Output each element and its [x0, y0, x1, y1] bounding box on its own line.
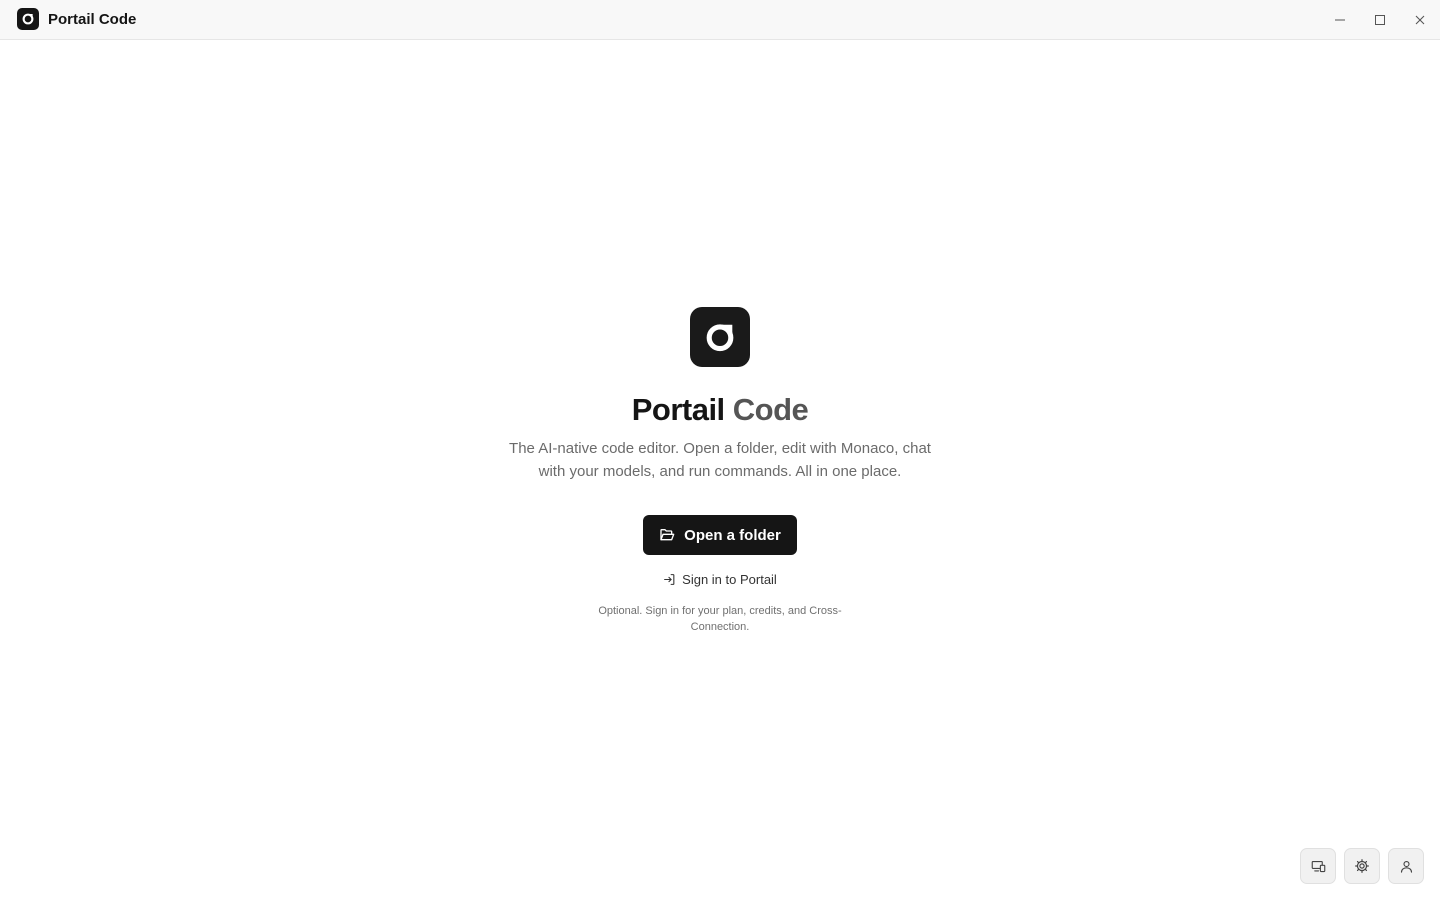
hero-subtitle: The AI-native code editor. Open a folder…: [509, 440, 931, 480]
folder-open-icon: [660, 529, 675, 541]
portail-logo-icon: [17, 8, 39, 30]
signin-row: Sign in to Portail: [0, 570, 1440, 588]
app-title: Portail Code: [48, 11, 137, 28]
account-button[interactable]: [1388, 848, 1424, 884]
close-icon: [1415, 15, 1425, 25]
maximize-icon: [1375, 15, 1385, 25]
settings-button[interactable]: [1344, 848, 1380, 884]
minimize-button[interactable]: [1320, 0, 1360, 40]
devices-icon: [1311, 860, 1325, 872]
maximize-button[interactable]: [1360, 0, 1400, 40]
signin-link[interactable]: Sign in to Portail: [663, 572, 777, 587]
close-button[interactable]: [1400, 0, 1440, 40]
title-bar: Portail Code: [0, 0, 1440, 40]
user-icon: [1400, 860, 1412, 873]
open-folder-label: Open a folder: [684, 526, 781, 544]
signin-hint: Optional. Sign in for your plan, credits…: [598, 605, 842, 633]
portail-logo-icon: [690, 307, 750, 367]
gear-icon: [1355, 859, 1369, 873]
page-title: Portail Code: [0, 392, 1440, 428]
signin-label: Sign in to Portail: [682, 571, 777, 587]
minimize-icon: [1335, 19, 1345, 21]
sign-in-icon: [664, 573, 675, 585]
devices-button[interactable]: [1300, 848, 1336, 884]
title-portail: Portail: [631, 392, 725, 427]
open-folder-button[interactable]: Open a folder: [643, 515, 797, 555]
title-code: Code: [732, 392, 809, 427]
